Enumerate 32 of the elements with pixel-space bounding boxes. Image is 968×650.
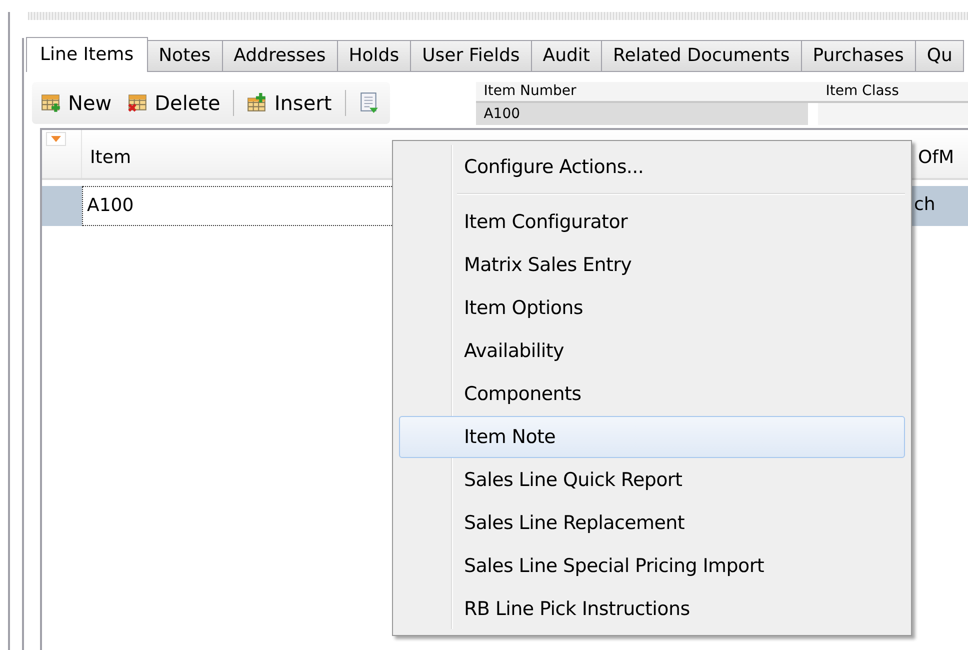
menu-item[interactable]: Item Options bbox=[399, 287, 905, 329]
menu-item[interactable]: Sales Line Special Pricing Import bbox=[399, 545, 905, 587]
menu-item[interactable]: Sales Line Replacement bbox=[399, 502, 905, 544]
filter-icon[interactable] bbox=[46, 132, 66, 146]
row-selector[interactable] bbox=[42, 186, 82, 226]
tab[interactable]: Purchases bbox=[802, 40, 916, 72]
field-label: Item Class bbox=[818, 82, 968, 103]
tab[interactable]: Qu bbox=[916, 40, 964, 72]
tab[interactable]: Audit bbox=[532, 40, 602, 72]
insert-button[interactable]: Insert bbox=[244, 89, 335, 117]
insert-table-icon bbox=[247, 92, 268, 114]
delete-button[interactable]: Delete bbox=[124, 89, 224, 117]
menu-item[interactable]: Components bbox=[399, 373, 905, 415]
menu-item[interactable]: Sales Line Quick Report bbox=[399, 459, 905, 501]
input-field[interactable]: A100 bbox=[476, 103, 808, 125]
tab[interactable]: Line Items bbox=[26, 37, 148, 72]
tab[interactable]: User Fields bbox=[411, 40, 532, 72]
tab[interactable]: Notes bbox=[148, 40, 223, 72]
menu-item[interactable]: Item Note bbox=[399, 416, 905, 458]
delete-table-icon bbox=[128, 92, 148, 114]
field-label: Item Number bbox=[476, 82, 818, 103]
add-table-icon bbox=[41, 92, 61, 114]
new-button[interactable]: New bbox=[38, 89, 115, 117]
menu-item[interactable]: Availability bbox=[399, 330, 905, 372]
menu-item[interactable]: Configure Actions... bbox=[399, 146, 905, 188]
tab[interactable]: Related Documents bbox=[602, 40, 802, 72]
tab[interactable]: Holds bbox=[338, 40, 412, 72]
column-header[interactable]: OfM bbox=[910, 130, 968, 178]
menu-item[interactable]: RB Line Pick Instructions bbox=[399, 588, 905, 630]
menu-item[interactable]: Matrix Sales Entry bbox=[399, 244, 905, 286]
tab[interactable]: Addresses bbox=[222, 40, 338, 72]
splitter-bar[interactable] bbox=[28, 12, 968, 20]
